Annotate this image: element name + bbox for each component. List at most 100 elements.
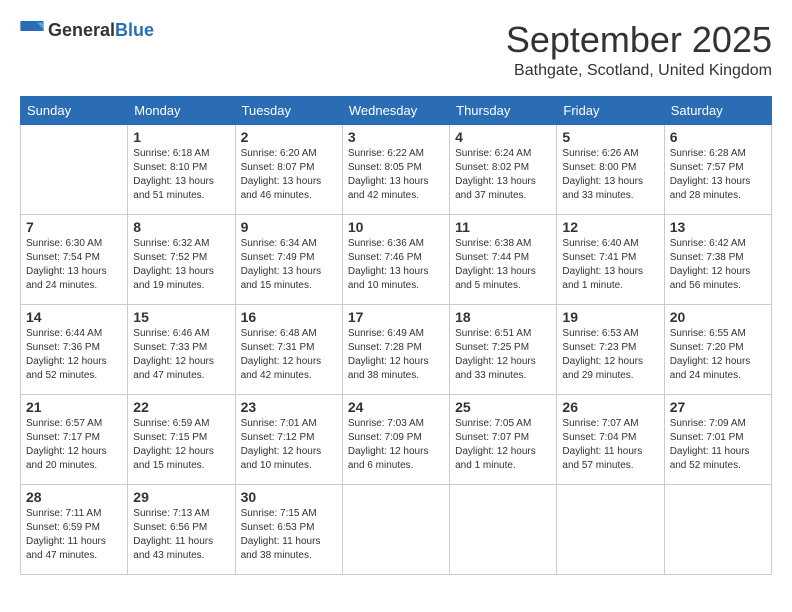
day-info: Sunrise: 6:48 AM Sunset: 7:31 PM Dayligh…: [241, 327, 337, 383]
logo-icon: [20, 21, 44, 41]
day-info: Sunrise: 6:42 AM Sunset: 7:38 PM Dayligh…: [670, 237, 766, 293]
col-tuesday: Tuesday: [235, 96, 342, 124]
day-number: 17: [348, 309, 444, 325]
day-number: 8: [133, 219, 229, 235]
day-info: Sunrise: 7:15 AM Sunset: 6:53 PM Dayligh…: [241, 507, 337, 563]
day-info: Sunrise: 7:05 AM Sunset: 7:07 PM Dayligh…: [455, 417, 551, 473]
day-info: Sunrise: 6:32 AM Sunset: 7:52 PM Dayligh…: [133, 237, 229, 293]
calendar-cell: [664, 484, 771, 574]
day-info: Sunrise: 6:18 AM Sunset: 8:10 PM Dayligh…: [133, 147, 229, 203]
day-number: 2: [241, 129, 337, 145]
calendar-cell: 13 Sunrise: 6:42 AM Sunset: 7:38 PM Dayli…: [664, 214, 771, 304]
title-area: September 2025 Bathgate, Scotland, Unite…: [506, 20, 772, 80]
calendar-cell: 22 Sunrise: 6:59 AM Sunset: 7:15 PM Dayli…: [128, 394, 235, 484]
calendar-cell: 28 Sunrise: 7:11 AM Sunset: 6:59 PM Dayli…: [21, 484, 128, 574]
calendar-cell: [557, 484, 664, 574]
day-number: 5: [562, 129, 658, 145]
calendar-cell: 29Sunrise: 7:13 AM Sunset: 6:56 PM Dayli…: [128, 484, 235, 574]
calendar-cell: 8 Sunrise: 6:32 AM Sunset: 7:52 PM Daylig…: [128, 214, 235, 304]
header: GeneralBlue September 2025 Bathgate, Sco…: [20, 20, 772, 80]
calendar-cell: 25 Sunrise: 7:05 AM Sunset: 7:07 PM Dayli…: [450, 394, 557, 484]
day-number: 3: [348, 129, 444, 145]
day-number: 11: [455, 219, 551, 235]
calendar-cell: 5 Sunrise: 6:26 AM Sunset: 8:00 PM Daylig…: [557, 124, 664, 214]
day-number: 4: [455, 129, 551, 145]
day-info: Sunrise: 7:09 AM Sunset: 7:01 PM Dayligh…: [670, 417, 766, 473]
day-info: Sunrise: 7:13 AM Sunset: 6:56 PM Dayligh…: [133, 507, 229, 563]
day-info: Sunrise: 6:20 AM Sunset: 8:07 PM Dayligh…: [241, 147, 337, 203]
calendar-cell: 12Sunrise: 6:40 AM Sunset: 7:41 PM Dayli…: [557, 214, 664, 304]
week-row-0: 1Sunrise: 6:18 AM Sunset: 8:10 PM Daylig…: [21, 124, 772, 214]
calendar-cell: 7 Sunrise: 6:30 AM Sunset: 7:54 PM Daylig…: [21, 214, 128, 304]
calendar-cell: [450, 484, 557, 574]
col-saturday: Saturday: [664, 96, 771, 124]
week-row-1: 7 Sunrise: 6:30 AM Sunset: 7:54 PM Daylig…: [21, 214, 772, 304]
day-info: Sunrise: 6:51 AM Sunset: 7:25 PM Dayligh…: [455, 327, 551, 383]
day-info: Sunrise: 6:28 AM Sunset: 7:57 PM Dayligh…: [670, 147, 766, 203]
day-number: 16: [241, 309, 337, 325]
calendar-cell: 9Sunrise: 6:34 AM Sunset: 7:49 PM Daylig…: [235, 214, 342, 304]
day-info: Sunrise: 7:07 AM Sunset: 7:04 PM Dayligh…: [562, 417, 658, 473]
day-info: Sunrise: 6:36 AM Sunset: 7:46 PM Dayligh…: [348, 237, 444, 293]
day-number: 13: [670, 219, 766, 235]
day-number: 28: [26, 489, 122, 505]
calendar-cell: 18 Sunrise: 6:51 AM Sunset: 7:25 PM Dayli…: [450, 304, 557, 394]
day-number: 24: [348, 399, 444, 415]
calendar-cell: 19Sunrise: 6:53 AM Sunset: 7:23 PM Dayli…: [557, 304, 664, 394]
calendar-cell: 24 Sunrise: 7:03 AM Sunset: 7:09 PM Dayli…: [342, 394, 449, 484]
col-monday: Monday: [128, 96, 235, 124]
day-info: Sunrise: 6:26 AM Sunset: 8:00 PM Dayligh…: [562, 147, 658, 203]
day-number: 22: [133, 399, 229, 415]
month-title: September 2025: [506, 20, 772, 60]
calendar-table: Sunday Monday Tuesday Wednesday Thursday…: [20, 96, 772, 575]
calendar-cell: 17Sunrise: 6:49 AM Sunset: 7:28 PM Dayli…: [342, 304, 449, 394]
calendar-cell: 3 Sunrise: 6:22 AM Sunset: 8:05 PM Daylig…: [342, 124, 449, 214]
calendar-cell: 15 Sunrise: 6:46 AM Sunset: 7:33 PM Dayli…: [128, 304, 235, 394]
day-info: Sunrise: 6:30 AM Sunset: 7:54 PM Dayligh…: [26, 237, 122, 293]
calendar-cell: [21, 124, 128, 214]
day-info: Sunrise: 7:11 AM Sunset: 6:59 PM Dayligh…: [26, 507, 122, 563]
day-info: Sunrise: 6:34 AM Sunset: 7:49 PM Dayligh…: [241, 237, 337, 293]
day-number: 18: [455, 309, 551, 325]
location-title: Bathgate, Scotland, United Kingdom: [506, 62, 772, 80]
day-info: Sunrise: 6:46 AM Sunset: 7:33 PM Dayligh…: [133, 327, 229, 383]
week-row-4: 28 Sunrise: 7:11 AM Sunset: 6:59 PM Dayli…: [21, 484, 772, 574]
day-number: 19: [562, 309, 658, 325]
day-number: 15: [133, 309, 229, 325]
day-info: Sunrise: 6:59 AM Sunset: 7:15 PM Dayligh…: [133, 417, 229, 473]
calendar-cell: 16 Sunrise: 6:48 AM Sunset: 7:31 PM Dayli…: [235, 304, 342, 394]
col-thursday: Thursday: [450, 96, 557, 124]
day-number: 27: [670, 399, 766, 415]
calendar-cell: 20Sunrise: 6:55 AM Sunset: 7:20 PM Dayli…: [664, 304, 771, 394]
calendar-cell: [342, 484, 449, 574]
day-info: Sunrise: 6:40 AM Sunset: 7:41 PM Dayligh…: [562, 237, 658, 293]
day-number: 10: [348, 219, 444, 235]
day-number: 14: [26, 309, 122, 325]
calendar-cell: 23 Sunrise: 7:01 AM Sunset: 7:12 PM Dayli…: [235, 394, 342, 484]
week-row-3: 21 Sunrise: 6:57 AM Sunset: 7:17 PM Dayli…: [21, 394, 772, 484]
day-number: 25: [455, 399, 551, 415]
header-row: Sunday Monday Tuesday Wednesday Thursday…: [21, 96, 772, 124]
day-info: Sunrise: 7:01 AM Sunset: 7:12 PM Dayligh…: [241, 417, 337, 473]
col-friday: Friday: [557, 96, 664, 124]
day-info: Sunrise: 6:55 AM Sunset: 7:20 PM Dayligh…: [670, 327, 766, 383]
day-number: 30: [241, 489, 337, 505]
calendar-cell: 4 Sunrise: 6:24 AM Sunset: 8:02 PM Daylig…: [450, 124, 557, 214]
calendar-cell: 30 Sunrise: 7:15 AM Sunset: 6:53 PM Dayli…: [235, 484, 342, 574]
calendar-cell: 26Sunrise: 7:07 AM Sunset: 7:04 PM Dayli…: [557, 394, 664, 484]
calendar-cell: 2 Sunrise: 6:20 AM Sunset: 8:07 PM Daylig…: [235, 124, 342, 214]
day-number: 7: [26, 219, 122, 235]
logo-general: GeneralBlue: [48, 20, 154, 41]
calendar-cell: 1Sunrise: 6:18 AM Sunset: 8:10 PM Daylig…: [128, 124, 235, 214]
day-info: Sunrise: 6:24 AM Sunset: 8:02 PM Dayligh…: [455, 147, 551, 203]
calendar-cell: 10 Sunrise: 6:36 AM Sunset: 7:46 PM Dayli…: [342, 214, 449, 304]
day-info: Sunrise: 7:03 AM Sunset: 7:09 PM Dayligh…: [348, 417, 444, 473]
day-info: Sunrise: 6:57 AM Sunset: 7:17 PM Dayligh…: [26, 417, 122, 473]
day-info: Sunrise: 6:38 AM Sunset: 7:44 PM Dayligh…: [455, 237, 551, 293]
col-wednesday: Wednesday: [342, 96, 449, 124]
day-number: 23: [241, 399, 337, 415]
calendar-cell: 6Sunrise: 6:28 AM Sunset: 7:57 PM Daylig…: [664, 124, 771, 214]
day-info: Sunrise: 6:22 AM Sunset: 8:05 PM Dayligh…: [348, 147, 444, 203]
day-info: Sunrise: 6:44 AM Sunset: 7:36 PM Dayligh…: [26, 327, 122, 383]
day-number: 21: [26, 399, 122, 415]
